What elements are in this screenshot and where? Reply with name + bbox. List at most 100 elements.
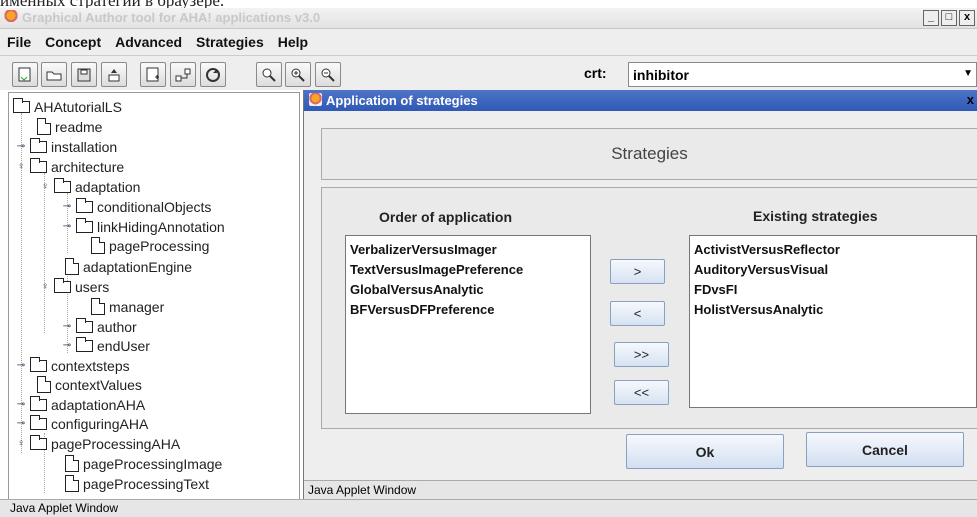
open-icon[interactable] [41, 62, 67, 87]
menu-advanced[interactable]: Advanced [108, 34, 189, 50]
collapsed-handle-icon[interactable]: ⊸ [15, 399, 27, 410]
tree-item-manager[interactable]: manager [91, 297, 164, 316]
document-icon [91, 237, 105, 254]
list-item[interactable]: FDvsFI [690, 280, 976, 300]
list-item[interactable]: AuditoryVersusVisual [690, 260, 976, 280]
applet-status-text: Java Applet Window [10, 501, 119, 515]
folder-icon [30, 137, 47, 153]
document-icon [65, 455, 79, 472]
folder-icon [76, 336, 93, 352]
strategies-heading: Strategies [611, 144, 688, 163]
collapsed-handle-icon[interactable]: ⊸ [15, 141, 27, 152]
folder-icon [76, 197, 93, 213]
export-icon[interactable] [101, 62, 127, 87]
close-window-button[interactable]: x [959, 10, 975, 26]
document-icon [65, 475, 79, 492]
crt-combobox[interactable]: inhibitor ▼ [628, 62, 977, 87]
window-titlebar: Graphical Author tool for AHA! applicati… [0, 8, 977, 29]
tree-item-adaptation[interactable]: ♀ adaptation [39, 177, 140, 196]
remove-button[interactable]: < [610, 301, 665, 326]
tree-item-pageprocessingtext[interactable]: pageProcessingText [65, 474, 209, 493]
concept-tree: AHAtutorialLS readme ⊸ installation ♀ ar… [8, 92, 300, 501]
tree-item-users[interactable]: ♀ users [39, 277, 109, 296]
expanded-handle-icon[interactable]: ♀ [15, 161, 27, 172]
tree-root[interactable]: AHAtutorialLS [13, 97, 122, 116]
tree-item-pageprocessingaha[interactable]: ♀ pageProcessingAHA [15, 434, 180, 453]
list-item[interactable]: HolistVersusAnalytic [690, 300, 976, 320]
tree-item-pageprocessingimage[interactable]: pageProcessingImage [65, 454, 222, 473]
cancel-button[interactable]: Cancel [806, 432, 964, 467]
search-icon[interactable] [256, 62, 282, 87]
folder-icon [54, 177, 71, 193]
folder-icon [30, 434, 47, 450]
tree-item-enduser[interactable]: ⊸ endUser [61, 336, 150, 355]
java-cup-icon [309, 93, 322, 106]
list-item[interactable]: BFVersusDFPreference [346, 300, 590, 320]
folder-icon [30, 356, 47, 372]
new-concept-icon[interactable] [12, 62, 38, 87]
collapsed-handle-icon[interactable]: ⊸ [15, 418, 27, 429]
expanded-handle-icon[interactable]: ♀ [39, 281, 51, 292]
zoom-in-icon[interactable] [285, 62, 311, 87]
order-list[interactable]: VerbalizerVersusImager TextVersusImagePr… [345, 235, 591, 414]
add-concept-icon[interactable] [140, 62, 166, 87]
crt-value: inhibitor [633, 67, 689, 83]
menu-strategies[interactable]: Strategies [189, 34, 271, 50]
list-item[interactable]: TextVersusImagePreference [346, 260, 590, 280]
menu-help[interactable]: Help [271, 34, 315, 50]
list-item[interactable]: GlobalVersusAnalytic [346, 280, 590, 300]
refresh-icon[interactable] [200, 62, 226, 87]
folder-icon [76, 217, 93, 233]
folder-icon [30, 157, 47, 173]
menu-concept[interactable]: Concept [38, 34, 108, 50]
folder-icon [30, 395, 47, 411]
existing-list[interactable]: ActivistVersusReflector AuditoryVersusVi… [689, 235, 977, 408]
document-icon [65, 258, 79, 275]
menu-bar: File Concept Advanced Strategies Help [0, 29, 977, 56]
collapsed-handle-icon[interactable]: ⊸ [61, 221, 73, 232]
maximize-button[interactable]: □ [941, 10, 957, 26]
add-button[interactable]: > [610, 259, 665, 284]
collapsed-handle-icon[interactable]: ⊸ [15, 360, 27, 371]
order-header: Order of application [379, 209, 513, 225]
ok-button[interactable]: Ok [626, 434, 784, 469]
tree-item-adaptationaha[interactable]: ⊸ adaptationAHA [15, 395, 145, 414]
crt-label: crt: [584, 65, 607, 81]
dialog-applet-status: Java Applet Window [304, 480, 977, 500]
chevron-down-icon[interactable]: ▼ [963, 68, 973, 79]
collapsed-handle-icon[interactable]: ⊸ [61, 321, 73, 332]
zoom-out-icon[interactable] [315, 62, 341, 87]
folder-icon [76, 317, 93, 333]
tree-item-conditionalobjects[interactable]: ⊸ conditionalObjects [61, 197, 211, 216]
existing-header: Existing strategies [753, 208, 878, 224]
folder-icon [13, 97, 30, 113]
add-all-button[interactable]: >> [614, 342, 669, 367]
link-icon[interactable] [170, 62, 196, 87]
expanded-handle-icon[interactable]: ♀ [39, 181, 51, 192]
list-item[interactable]: ActivistVersusReflector [690, 240, 976, 260]
collapsed-handle-icon[interactable]: ⊸ [61, 201, 73, 212]
strategies-dialog: Application of strategies x Strategies O… [303, 90, 977, 500]
dialog-close-button[interactable]: x [967, 92, 974, 107]
tree-item-architecture[interactable]: ♀ architecture [15, 157, 124, 176]
expanded-handle-icon[interactable]: ♀ [15, 438, 27, 449]
collapsed-handle-icon[interactable]: ⊸ [61, 340, 73, 351]
tree-item-pageprocessing[interactable]: pageProcessing [91, 236, 209, 255]
applet-status-bar: Java Applet Window [0, 499, 977, 517]
tree-item-installation[interactable]: ⊸ installation [15, 137, 117, 156]
menu-file[interactable]: File [0, 34, 38, 50]
tree-item-linkhidingannotation[interactable]: ⊸ linkHidingAnnotation [61, 217, 225, 236]
tree-item-contextvalues[interactable]: contextValues [37, 375, 142, 394]
dialog-title: Application of strategies [326, 93, 478, 108]
minimize-button[interactable]: _ [923, 10, 939, 26]
remove-all-button[interactable]: << [614, 380, 669, 405]
tree-item-configuringaha[interactable]: ⊸ configuringAHA [15, 414, 148, 433]
tree-item-adaptationengine[interactable]: adaptationEngine [65, 257, 192, 276]
tree-item-readme[interactable]: readme [37, 117, 102, 136]
save-icon[interactable] [71, 62, 97, 87]
tree-item-author[interactable]: ⊸ author [61, 317, 137, 336]
document-icon [37, 376, 51, 393]
tree-item-contextsteps[interactable]: ⊸ contextsteps [15, 356, 130, 375]
list-item[interactable]: VerbalizerVersusImager [346, 240, 590, 260]
java-cup-icon [4, 10, 18, 24]
